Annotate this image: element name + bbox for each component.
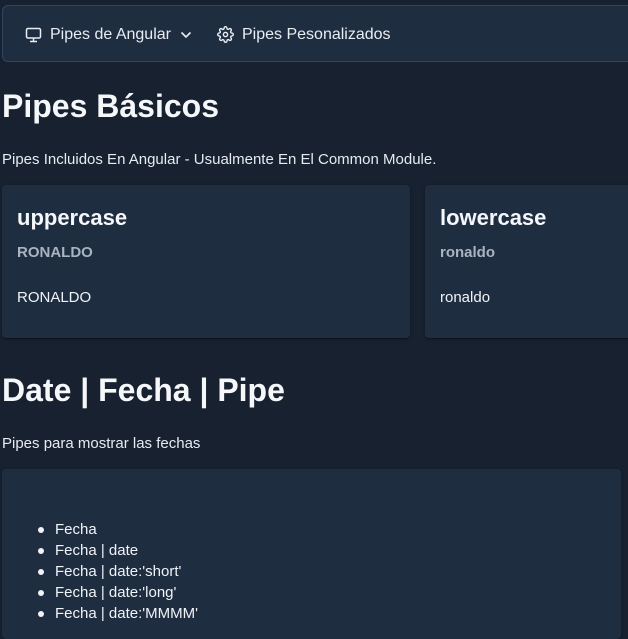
card-subtitle: ronaldo [440, 244, 495, 261]
list-item: Fecha | date:'short' [38, 561, 198, 582]
card-content: RONALDO [17, 289, 92, 306]
menu-item-pipes-angular[interactable]: Pipes de Angular [25, 6, 192, 63]
card-title: lowercase [440, 205, 547, 230]
card-subtitle: RONALDO [17, 244, 93, 261]
menubar: Pipes de Angular Pipes Pesonalizados [2, 5, 628, 62]
card-title: uppercase [17, 205, 128, 230]
section-description-basic: Pipes Incluidos En Angular - Usualmente … [2, 151, 437, 168]
list-item: Fecha | date:'MMMM' [38, 605, 198, 622]
gear-icon [217, 26, 234, 43]
list-item: Fecha | date [38, 540, 198, 561]
section-title-basic: Pipes Básicos [2, 88, 219, 124]
list-item: Fecha [38, 519, 198, 540]
chevron-down-icon [180, 31, 192, 39]
card-date-list: Fecha Fecha | date Fecha | date:'short' … [2, 469, 621, 639]
menu-item-label: Pipes de Angular [50, 25, 171, 43]
list-item: Fecha | date:'long' [38, 582, 198, 603]
section-description-date: Pipes para mostrar las fechas [2, 435, 201, 452]
section-title-date: Date | Fecha | Pipe [2, 372, 285, 408]
desktop-icon [25, 27, 42, 43]
date-list: Fecha Fecha | date Fecha | date:'short' … [38, 519, 198, 624]
card-uppercase: uppercase RONALDO RONALDO [2, 185, 410, 338]
card-content: ronaldo [440, 289, 491, 306]
menu-item-pipes-personalizados[interactable]: Pipes Pesonalizados [217, 6, 391, 63]
card-lowercase: lowercase ronaldo ronaldo [425, 185, 628, 338]
menu-item-label: Pipes Pesonalizados [242, 25, 391, 43]
